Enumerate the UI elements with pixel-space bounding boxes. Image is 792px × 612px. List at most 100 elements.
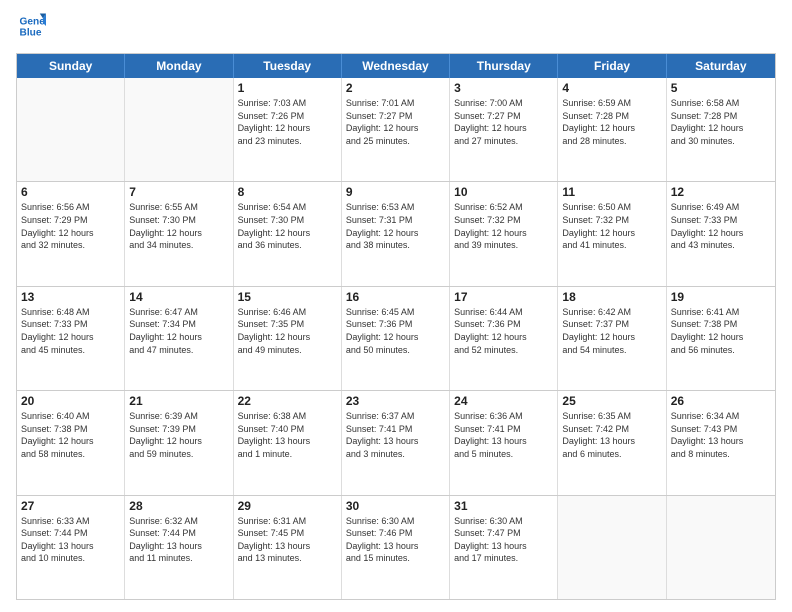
day-number: 24 <box>454 394 553 408</box>
calendar-cell-day-12: 12 Sunrise: 6:49 AM Sunset: 7:33 PM Dayli… <box>667 182 775 285</box>
calendar-cell-day-8: 8Sunrise: 6:54 AM Sunset: 7:30 PM Daylig… <box>234 182 342 285</box>
calendar-week-2: 6 Sunrise: 6:56 AM Sunset: 7:29 PM Daylig… <box>17 181 775 285</box>
calendar-cell-day-25: 25Sunrise: 6:35 AM Sunset: 7:42 PM Dayli… <box>558 391 666 494</box>
calendar-cell-day-4: 4 Sunrise: 6:59 AM Sunset: 7:28 PM Daylig… <box>558 78 666 181</box>
calendar-cell-day-18: 18 Sunrise: 6:42 AM Sunset: 7:37 PM Dayli… <box>558 287 666 390</box>
weekday-header-saturday: Saturday <box>667 54 775 78</box>
calendar-cell-day-29: 29 Sunrise: 6:31 AM Sunset: 7:45 PM Dayli… <box>234 496 342 599</box>
weekday-header-wednesday: Wednesday <box>342 54 450 78</box>
day-number: 7 <box>129 185 228 199</box>
calendar-cell-empty <box>667 496 775 599</box>
weekday-header-monday: Monday <box>125 54 233 78</box>
day-info: Sunrise: 6:36 AM Sunset: 7:41 PM Dayligh… <box>454 410 553 460</box>
calendar-cell-day-23: 23Sunrise: 6:37 AM Sunset: 7:41 PM Dayli… <box>342 391 450 494</box>
calendar-cell-day-6: 6 Sunrise: 6:56 AM Sunset: 7:29 PM Daylig… <box>17 182 125 285</box>
calendar-cell-day-9: 9 Sunrise: 6:53 AM Sunset: 7:31 PM Daylig… <box>342 182 450 285</box>
calendar-cell-day-28: 28 Sunrise: 6:32 AM Sunset: 7:44 PM Dayli… <box>125 496 233 599</box>
calendar-week-4: 20 Sunrise: 6:40 AM Sunset: 7:38 PM Dayli… <box>17 390 775 494</box>
page-header: General Blue <box>16 12 776 45</box>
day-info: Sunrise: 6:56 AM Sunset: 7:29 PM Dayligh… <box>21 201 120 251</box>
day-info: Sunrise: 6:45 AM Sunset: 7:36 PM Dayligh… <box>346 306 445 356</box>
day-number: 14 <box>129 290 228 304</box>
day-number: 1 <box>238 81 337 95</box>
day-info: Sunrise: 6:53 AM Sunset: 7:31 PM Dayligh… <box>346 201 445 251</box>
day-info: Sunrise: 6:42 AM Sunset: 7:37 PM Dayligh… <box>562 306 661 356</box>
day-info: Sunrise: 6:40 AM Sunset: 7:38 PM Dayligh… <box>21 410 120 460</box>
calendar-cell-day-17: 17Sunrise: 6:44 AM Sunset: 7:36 PM Dayli… <box>450 287 558 390</box>
day-number: 27 <box>21 499 120 513</box>
day-info: Sunrise: 6:50 AM Sunset: 7:32 PM Dayligh… <box>562 201 661 251</box>
day-info: Sunrise: 6:34 AM Sunset: 7:43 PM Dayligh… <box>671 410 771 460</box>
day-info: Sunrise: 6:58 AM Sunset: 7:28 PM Dayligh… <box>671 97 771 147</box>
day-number: 30 <box>346 499 445 513</box>
day-number: 10 <box>454 185 553 199</box>
calendar-cell-day-5: 5 Sunrise: 6:58 AM Sunset: 7:28 PM Daylig… <box>667 78 775 181</box>
day-number: 9 <box>346 185 445 199</box>
calendar-cell-day-27: 27 Sunrise: 6:33 AM Sunset: 7:44 PM Dayli… <box>17 496 125 599</box>
day-number: 11 <box>562 185 661 199</box>
day-info: Sunrise: 7:00 AM Sunset: 7:27 PM Dayligh… <box>454 97 553 147</box>
day-number: 12 <box>671 185 771 199</box>
calendar: SundayMondayTuesdayWednesdayThursdayFrid… <box>16 53 776 600</box>
calendar-week-3: 13 Sunrise: 6:48 AM Sunset: 7:33 PM Dayli… <box>17 286 775 390</box>
day-number: 28 <box>129 499 228 513</box>
day-number: 22 <box>238 394 337 408</box>
calendar-cell-day-7: 7 Sunrise: 6:55 AM Sunset: 7:30 PM Daylig… <box>125 182 233 285</box>
calendar-cell-day-14: 14 Sunrise: 6:47 AM Sunset: 7:34 PM Dayli… <box>125 287 233 390</box>
day-info: Sunrise: 6:52 AM Sunset: 7:32 PM Dayligh… <box>454 201 553 251</box>
calendar-body: 1Sunrise: 7:03 AM Sunset: 7:26 PM Daylig… <box>17 78 775 599</box>
day-number: 6 <box>21 185 120 199</box>
day-number: 20 <box>21 394 120 408</box>
day-info: Sunrise: 6:59 AM Sunset: 7:28 PM Dayligh… <box>562 97 661 147</box>
calendar-cell-empty <box>558 496 666 599</box>
calendar-cell-day-19: 19 Sunrise: 6:41 AM Sunset: 7:38 PM Dayli… <box>667 287 775 390</box>
calendar-header: SundayMondayTuesdayWednesdayThursdayFrid… <box>17 54 775 78</box>
weekday-header-friday: Friday <box>558 54 666 78</box>
day-info: Sunrise: 6:39 AM Sunset: 7:39 PM Dayligh… <box>129 410 228 460</box>
logo: General Blue <box>16 12 46 45</box>
day-info: Sunrise: 7:01 AM Sunset: 7:27 PM Dayligh… <box>346 97 445 147</box>
calendar-cell-empty <box>125 78 233 181</box>
calendar-cell-day-10: 10 Sunrise: 6:52 AM Sunset: 7:32 PM Dayli… <box>450 182 558 285</box>
weekday-header-sunday: Sunday <box>17 54 125 78</box>
day-number: 8 <box>238 185 337 199</box>
day-number: 18 <box>562 290 661 304</box>
calendar-cell-day-24: 24 Sunrise: 6:36 AM Sunset: 7:41 PM Dayli… <box>450 391 558 494</box>
day-number: 4 <box>562 81 661 95</box>
calendar-cell-day-16: 16 Sunrise: 6:45 AM Sunset: 7:36 PM Dayli… <box>342 287 450 390</box>
day-number: 5 <box>671 81 771 95</box>
day-info: Sunrise: 6:47 AM Sunset: 7:34 PM Dayligh… <box>129 306 228 356</box>
day-info: Sunrise: 6:31 AM Sunset: 7:45 PM Dayligh… <box>238 515 337 565</box>
day-number: 13 <box>21 290 120 304</box>
calendar-cell-day-21: 21Sunrise: 6:39 AM Sunset: 7:39 PM Dayli… <box>125 391 233 494</box>
calendar-cell-day-20: 20 Sunrise: 6:40 AM Sunset: 7:38 PM Dayli… <box>17 391 125 494</box>
day-info: Sunrise: 6:35 AM Sunset: 7:42 PM Dayligh… <box>562 410 661 460</box>
day-number: 23 <box>346 394 445 408</box>
calendar-cell-empty <box>17 78 125 181</box>
day-number: 16 <box>346 290 445 304</box>
calendar-cell-day-31: 31Sunrise: 6:30 AM Sunset: 7:47 PM Dayli… <box>450 496 558 599</box>
day-number: 17 <box>454 290 553 304</box>
day-info: Sunrise: 6:32 AM Sunset: 7:44 PM Dayligh… <box>129 515 228 565</box>
calendar-week-1: 1Sunrise: 7:03 AM Sunset: 7:26 PM Daylig… <box>17 78 775 181</box>
day-info: Sunrise: 6:30 AM Sunset: 7:46 PM Dayligh… <box>346 515 445 565</box>
day-number: 15 <box>238 290 337 304</box>
day-number: 2 <box>346 81 445 95</box>
calendar-cell-day-11: 11 Sunrise: 6:50 AM Sunset: 7:32 PM Dayli… <box>558 182 666 285</box>
day-info: Sunrise: 6:41 AM Sunset: 7:38 PM Dayligh… <box>671 306 771 356</box>
day-number: 29 <box>238 499 337 513</box>
calendar-cell-day-3: 3 Sunrise: 7:00 AM Sunset: 7:27 PM Daylig… <box>450 78 558 181</box>
day-number: 3 <box>454 81 553 95</box>
day-info: Sunrise: 6:55 AM Sunset: 7:30 PM Dayligh… <box>129 201 228 251</box>
calendar-cell-day-22: 22 Sunrise: 6:38 AM Sunset: 7:40 PM Dayli… <box>234 391 342 494</box>
day-info: Sunrise: 6:48 AM Sunset: 7:33 PM Dayligh… <box>21 306 120 356</box>
calendar-cell-day-30: 30 Sunrise: 6:30 AM Sunset: 7:46 PM Dayli… <box>342 496 450 599</box>
day-number: 26 <box>671 394 771 408</box>
day-info: Sunrise: 6:49 AM Sunset: 7:33 PM Dayligh… <box>671 201 771 251</box>
day-info: Sunrise: 6:33 AM Sunset: 7:44 PM Dayligh… <box>21 515 120 565</box>
svg-text:General: General <box>20 16 46 27</box>
calendar-cell-day-13: 13 Sunrise: 6:48 AM Sunset: 7:33 PM Dayli… <box>17 287 125 390</box>
weekday-header-tuesday: Tuesday <box>234 54 342 78</box>
day-info: Sunrise: 6:38 AM Sunset: 7:40 PM Dayligh… <box>238 410 337 460</box>
day-number: 19 <box>671 290 771 304</box>
